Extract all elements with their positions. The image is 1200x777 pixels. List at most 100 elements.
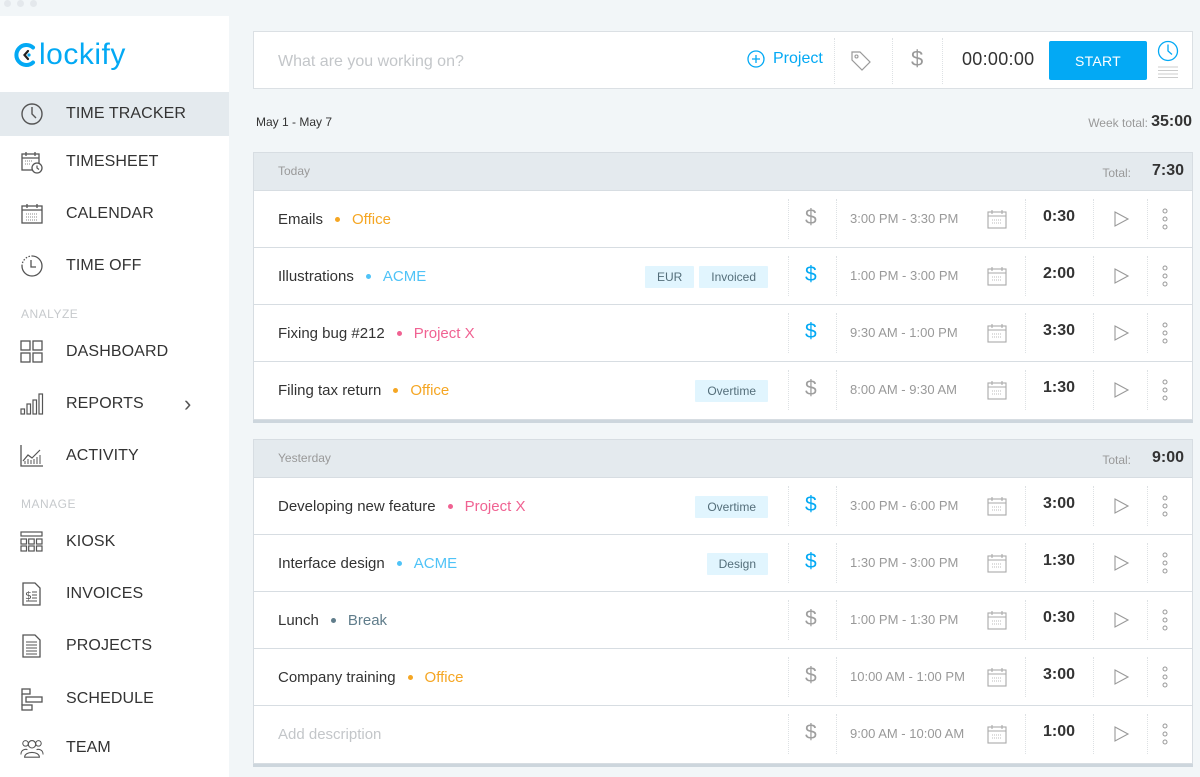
entry-description[interactable]: Interface design xyxy=(278,555,385,572)
time-range[interactable]: 9:30 AM - 1:00 PM xyxy=(850,325,958,340)
billable-toggle[interactable]: $ xyxy=(805,721,817,745)
tag-button[interactable] xyxy=(850,50,872,77)
tag-badge[interactable]: Overtime xyxy=(695,496,768,518)
sidebar-item-schedule[interactable]: SCHEDULE xyxy=(0,677,229,721)
continue-button[interactable] xyxy=(1112,381,1130,404)
billable-toggle[interactable]: $ xyxy=(805,206,817,230)
date-picker-button[interactable] xyxy=(987,724,1007,749)
more-options-button[interactable] xyxy=(1161,495,1169,522)
tag-badge[interactable]: Overtime xyxy=(695,380,768,402)
time-range[interactable]: 1:30 PM - 3:00 PM xyxy=(850,555,958,570)
entry-description[interactable]: Illustrations xyxy=(278,268,354,285)
billable-toggle[interactable]: $ xyxy=(805,607,817,631)
entry-description[interactable]: Developing new feature xyxy=(278,498,436,515)
entry-duration[interactable]: 3:00 xyxy=(1024,666,1094,684)
logo[interactable]: lockify xyxy=(14,38,126,72)
entry-project[interactable]: ACME xyxy=(365,268,426,285)
divider xyxy=(836,199,837,239)
billable-toggle[interactable]: $ xyxy=(805,263,817,287)
time-range[interactable]: 10:00 AM - 1:00 PM xyxy=(850,669,965,684)
entry-project[interactable]: ACME xyxy=(396,555,457,572)
continue-button[interactable] xyxy=(1112,324,1130,347)
window-controls xyxy=(4,0,37,7)
date-picker-button[interactable] xyxy=(987,667,1007,692)
entry-project[interactable]: Project X xyxy=(396,325,475,342)
entry-duration[interactable]: 2:00 xyxy=(1024,265,1094,283)
billable-toggle[interactable]: $ xyxy=(911,46,923,72)
entry-project[interactable]: Break xyxy=(330,612,387,629)
continue-button[interactable] xyxy=(1112,210,1130,233)
sidebar-item-time-off[interactable]: TIME OFF xyxy=(0,244,229,288)
date-picker-button[interactable] xyxy=(987,266,1007,291)
continue-button[interactable] xyxy=(1112,725,1130,748)
sidebar-item-calendar[interactable]: CALENDAR xyxy=(0,192,229,236)
billable-toggle[interactable]: $ xyxy=(805,320,817,344)
more-options-button[interactable] xyxy=(1161,322,1169,349)
manual-mode-button[interactable] xyxy=(1157,66,1179,85)
entry-duration[interactable]: 3:30 xyxy=(1024,322,1094,340)
entry-description[interactable]: Lunch xyxy=(278,612,319,629)
entry-duration[interactable]: 3:00 xyxy=(1024,495,1094,513)
timer-mode-button[interactable] xyxy=(1157,40,1179,67)
billable-toggle[interactable]: $ xyxy=(805,377,817,401)
time-range[interactable]: 9:00 AM - 10:00 AM xyxy=(850,726,964,741)
billable-toggle[interactable]: $ xyxy=(805,550,817,574)
entry-duration[interactable]: 0:30 xyxy=(1024,609,1094,627)
tag-badge[interactable]: EUR xyxy=(644,266,695,288)
time-range[interactable]: 3:00 PM - 6:00 PM xyxy=(850,498,958,513)
continue-button[interactable] xyxy=(1112,267,1130,290)
more-options-button[interactable] xyxy=(1161,379,1169,406)
sidebar-item-time-tracker[interactable]: TIME TRACKER xyxy=(0,92,229,136)
sidebar-item-reports[interactable]: REPORTS › xyxy=(0,382,229,426)
date-picker-button[interactable] xyxy=(987,209,1007,234)
sidebar-item-kiosk[interactable]: KIOSK xyxy=(0,520,229,564)
date-picker-button[interactable] xyxy=(987,553,1007,578)
entry-description[interactable]: Fixing bug #212 xyxy=(278,325,385,342)
sidebar-item-activity[interactable]: ACTIVITY xyxy=(0,434,229,478)
tag-badge[interactable]: Design xyxy=(706,553,768,575)
more-options-button[interactable] xyxy=(1161,723,1169,750)
more-options-button[interactable] xyxy=(1161,208,1169,235)
entry-duration[interactable]: 1:30 xyxy=(1024,552,1094,570)
start-button[interactable]: START xyxy=(1049,41,1147,80)
sidebar-item-projects[interactable]: PROJECTS xyxy=(0,624,229,668)
more-options-button[interactable] xyxy=(1161,265,1169,292)
entry-duration[interactable]: 1:00 xyxy=(1024,723,1094,741)
tag-badge[interactable]: Invoiced xyxy=(699,266,768,288)
more-options-button[interactable] xyxy=(1161,666,1169,693)
entry-description-input[interactable]: Add description xyxy=(278,726,381,743)
time-range[interactable]: 1:00 PM - 3:00 PM xyxy=(850,268,958,283)
entry-duration[interactable]: 0:30 xyxy=(1024,208,1094,226)
sidebar-item-timesheet[interactable]: TIMESHEET xyxy=(0,140,229,184)
sidebar-item-team[interactable]: TEAM xyxy=(0,726,229,770)
entry-project[interactable]: Office xyxy=(407,669,463,686)
date-picker-button[interactable] xyxy=(987,323,1007,348)
entry-project[interactable]: Project X xyxy=(447,498,525,515)
more-options-button[interactable] xyxy=(1161,552,1169,579)
continue-button[interactable] xyxy=(1112,611,1130,634)
sidebar-item-invoices[interactable]: $ INVOICES xyxy=(0,572,229,616)
description-input[interactable] xyxy=(278,50,698,74)
continue-button[interactable] xyxy=(1112,497,1130,520)
dollar-icon: $ xyxy=(805,721,817,744)
date-picker-button[interactable] xyxy=(987,380,1007,405)
time-range[interactable]: 1:00 PM - 1:30 PM xyxy=(850,612,958,627)
billable-toggle[interactable]: $ xyxy=(805,493,817,517)
billable-toggle[interactable]: $ xyxy=(805,664,817,688)
entry-project[interactable]: Office xyxy=(335,211,391,228)
date-picker-button[interactable] xyxy=(987,610,1007,635)
date-picker-button[interactable] xyxy=(987,496,1007,521)
add-project-button[interactable]: Project xyxy=(747,50,823,68)
continue-button[interactable] xyxy=(1112,668,1130,691)
entry-description[interactable]: Filing tax return xyxy=(278,382,381,399)
continue-button[interactable] xyxy=(1112,554,1130,577)
entry-project[interactable]: Office xyxy=(393,382,449,399)
more-options-button[interactable] xyxy=(1161,609,1169,636)
entry-description[interactable]: Emails xyxy=(278,211,323,228)
entry-description[interactable]: Company training xyxy=(278,669,396,686)
chevron-right-icon[interactable]: › xyxy=(184,391,191,417)
time-range[interactable]: 8:00 AM - 9:30 AM xyxy=(850,382,957,397)
time-range[interactable]: 3:00 PM - 3:30 PM xyxy=(850,211,958,226)
entry-duration[interactable]: 1:30 xyxy=(1024,379,1094,397)
sidebar-item-dashboard[interactable]: DASHBOARD xyxy=(0,330,229,374)
